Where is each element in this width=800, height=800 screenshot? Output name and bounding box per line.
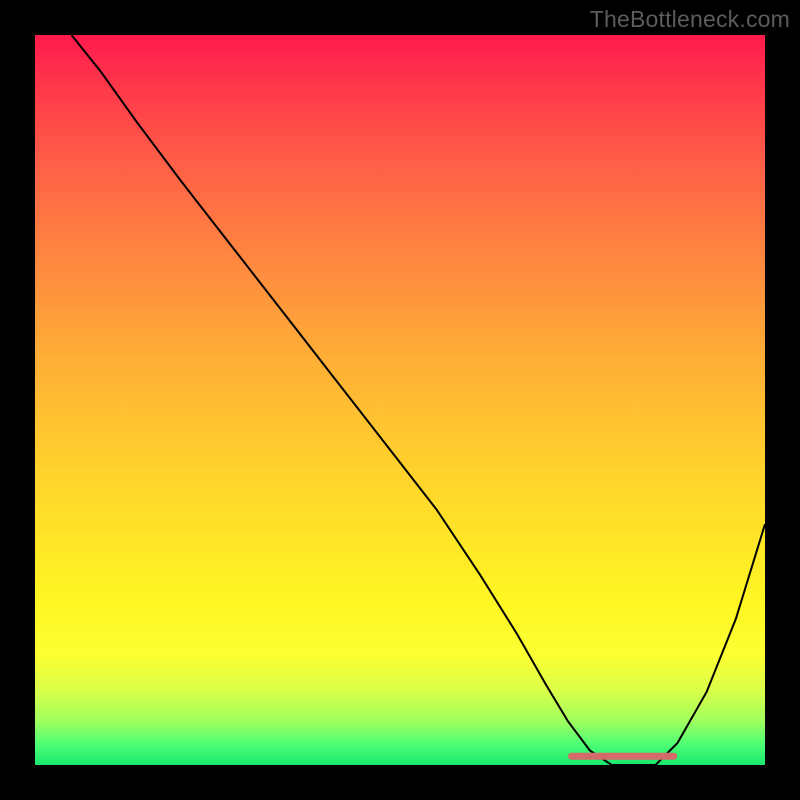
chart-frame: TheBottleneck.com [0, 0, 800, 800]
watermark-text: TheBottleneck.com [590, 6, 790, 33]
plot-area [35, 35, 765, 765]
bottleneck-curve [72, 35, 766, 765]
chart-svg [35, 35, 765, 765]
